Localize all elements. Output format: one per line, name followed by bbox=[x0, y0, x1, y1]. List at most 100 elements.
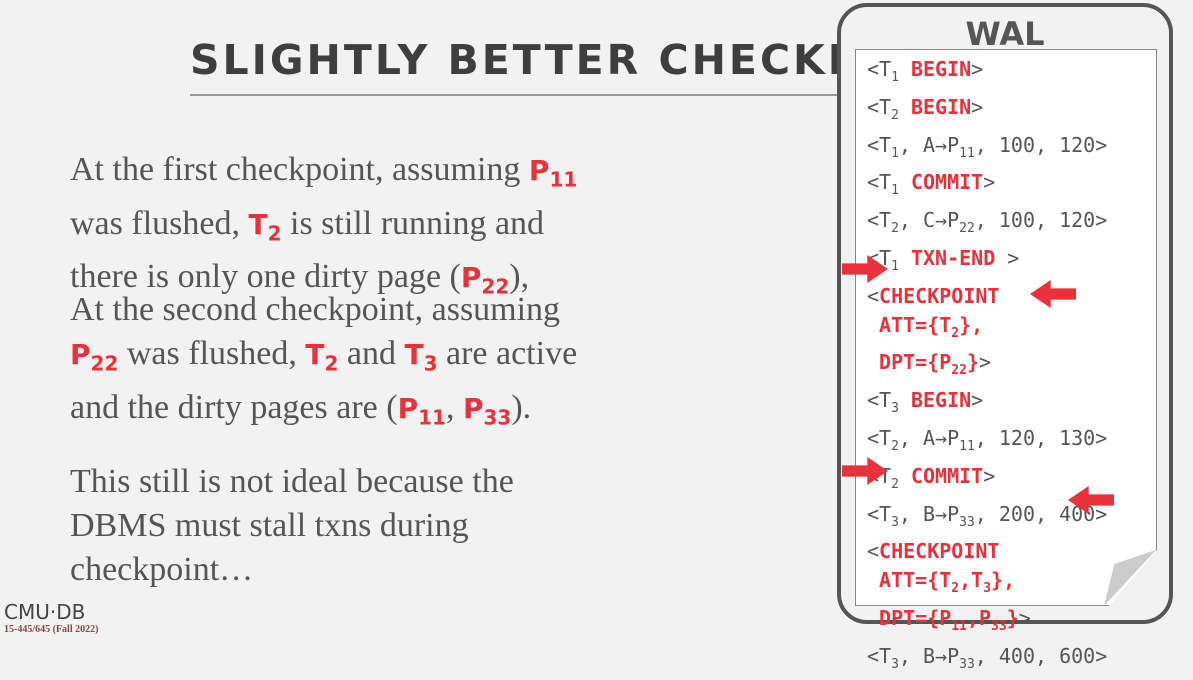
log-keyword: TXN-END bbox=[898, 245, 996, 270]
log-subscript: 3 bbox=[891, 401, 899, 417]
wal-log-entry: ATT={T2,T3}, bbox=[867, 566, 1107, 604]
log-text: > bbox=[971, 57, 984, 81]
log-text: > bbox=[1018, 605, 1031, 630]
log-text: <T bbox=[867, 57, 892, 81]
log-text: , 100, 120> bbox=[974, 132, 1108, 157]
wal-log-entry: <T1, A→P11, 100, 120> bbox=[867, 131, 1107, 169]
variable-highlight: P11 bbox=[397, 391, 446, 430]
log-keyword: DPT={P bbox=[867, 350, 952, 375]
log-subscript: 2 bbox=[891, 476, 899, 492]
variable-subscript: 11 bbox=[418, 405, 446, 430]
log-text: < bbox=[867, 539, 880, 564]
log-keyword: }, bbox=[991, 568, 1016, 593]
paragraph-text: This still is not ideal because the bbox=[70, 463, 514, 500]
paragraph-text: At the second checkpoint, assuming bbox=[70, 291, 561, 328]
wal-log: <T1 BEGIN> <T2 BEGIN> <T1, A→P11, 100, 120… bbox=[867, 55, 1107, 680]
variable-highlight: P33 bbox=[462, 391, 512, 430]
paragraph-text: is still running and bbox=[281, 204, 545, 242]
wal-log-entry: <T1 BEGIN> bbox=[867, 55, 1107, 93]
log-subscript: 1 bbox=[891, 145, 899, 161]
log-text: <T bbox=[867, 132, 892, 157]
paragraph-text: was flushed, bbox=[118, 335, 306, 372]
log-subscript: 33 bbox=[991, 618, 1007, 634]
paragraph-text: was flushed, bbox=[70, 204, 249, 242]
cmu-db-logo: CMU·DB bbox=[4, 600, 86, 624]
log-text: , B→P bbox=[898, 501, 960, 526]
log-text: < bbox=[867, 283, 880, 308]
log-subscript: 33 bbox=[959, 514, 975, 530]
log-text: > bbox=[983, 463, 996, 488]
variable-highlight: T2 bbox=[305, 338, 339, 376]
wal-log-entry: <T2, A→P11, 120, 130> bbox=[867, 424, 1107, 462]
log-subscript: 2 bbox=[951, 325, 960, 341]
wal-title: WAL bbox=[965, 15, 1045, 53]
log-text: <T bbox=[867, 170, 892, 195]
wal-log-entry: ATT={T2}, bbox=[867, 311, 1107, 349]
course-label: 15-445/645 (Fall 2022) bbox=[4, 624, 99, 635]
log-subscript: 3 bbox=[891, 656, 899, 672]
variable-subscript: 22 bbox=[90, 351, 119, 376]
log-subscript: 2 bbox=[951, 581, 960, 597]
paragraph-text: , bbox=[445, 388, 463, 426]
log-subscript: 22 bbox=[959, 221, 975, 237]
log-keyword: COMMIT bbox=[898, 463, 984, 488]
paragraph-first-checkpoint: At the first checkpoint, assuming P11 was… bbox=[70, 148, 577, 309]
log-text: , B→P bbox=[898, 643, 960, 668]
log-text: , 100, 120> bbox=[974, 208, 1108, 233]
paragraph-text: DBMS must stall txns during bbox=[70, 507, 469, 544]
log-subscript: 3 bbox=[983, 581, 992, 597]
title-underline bbox=[190, 94, 840, 96]
log-keyword: CHECKPOINT bbox=[879, 539, 1000, 564]
log-subscript: 1 bbox=[891, 70, 899, 85]
log-text: , A→P bbox=[898, 425, 960, 450]
variable-subscript: 11 bbox=[549, 167, 578, 192]
log-keyword: ATT={T bbox=[867, 312, 952, 337]
variable-subscript: 3 bbox=[423, 351, 438, 376]
log-text: <T bbox=[867, 501, 892, 526]
log-text: <T bbox=[867, 208, 892, 233]
log-text: <T bbox=[867, 94, 892, 119]
paragraph-second-checkpoint: At the second checkpoint, assuming P22 wa… bbox=[70, 288, 577, 439]
log-keyword: } bbox=[966, 350, 979, 375]
log-subscript: 11 bbox=[959, 438, 975, 454]
log-subscript: 11 bbox=[951, 618, 967, 634]
log-subscript: 11 bbox=[959, 145, 975, 161]
log-text: > bbox=[971, 388, 984, 413]
paragraph-text: are active bbox=[437, 335, 578, 372]
log-subscript: 2 bbox=[891, 221, 899, 237]
paragraph-text: At the first checkpoint, assuming bbox=[70, 151, 529, 188]
log-keyword: } bbox=[1006, 605, 1019, 630]
variable-highlight: T3 bbox=[404, 338, 438, 376]
log-subscript: 3 bbox=[891, 514, 899, 530]
log-keyword: }, bbox=[959, 312, 984, 337]
log-text: , 120, 130> bbox=[974, 425, 1108, 450]
paragraph-text: and bbox=[338, 335, 405, 372]
log-text: > bbox=[995, 245, 1020, 270]
paragraph-text: ). bbox=[511, 388, 532, 426]
log-subscript: 2 bbox=[891, 107, 899, 123]
log-keyword: CHECKPOINT bbox=[879, 283, 1000, 308]
log-subscript: 1 bbox=[891, 183, 899, 199]
log-text: , 400, 600> bbox=[974, 643, 1108, 668]
variable-highlight: P22 bbox=[70, 338, 119, 376]
log-keyword: DPT={P bbox=[867, 605, 952, 630]
log-keyword: ,T bbox=[959, 568, 984, 593]
log-subscript: 33 bbox=[959, 656, 975, 672]
wal-log-entry: <T1 TXN-END > bbox=[867, 244, 1107, 282]
log-subscript: 22 bbox=[951, 363, 967, 379]
log-subscript: 2 bbox=[891, 438, 899, 454]
wal-log-entry: DPT={P22}> bbox=[867, 348, 1107, 386]
log-keyword: COMMIT bbox=[898, 170, 984, 195]
variable-subscript: 2 bbox=[324, 351, 339, 376]
log-keyword: ATT={T bbox=[867, 568, 952, 593]
paragraph-text: and the dirty pages are ( bbox=[70, 388, 398, 426]
wal-log-entry: <T1 COMMIT> bbox=[867, 168, 1107, 206]
log-text: , C→P bbox=[898, 208, 960, 233]
paragraph-not-ideal: This still is not ideal because the DBMS … bbox=[70, 460, 514, 592]
wal-log-entry: DPT={P11,P33}> bbox=[867, 604, 1107, 642]
wal-log-entry: <T3 BEGIN> bbox=[867, 386, 1107, 424]
log-text: <T bbox=[867, 425, 892, 450]
wal-log-entry: <T2, C→P22, 100, 120> bbox=[867, 206, 1107, 244]
paragraph-text: checkpoint… bbox=[70, 551, 254, 588]
log-text: > bbox=[971, 94, 984, 119]
